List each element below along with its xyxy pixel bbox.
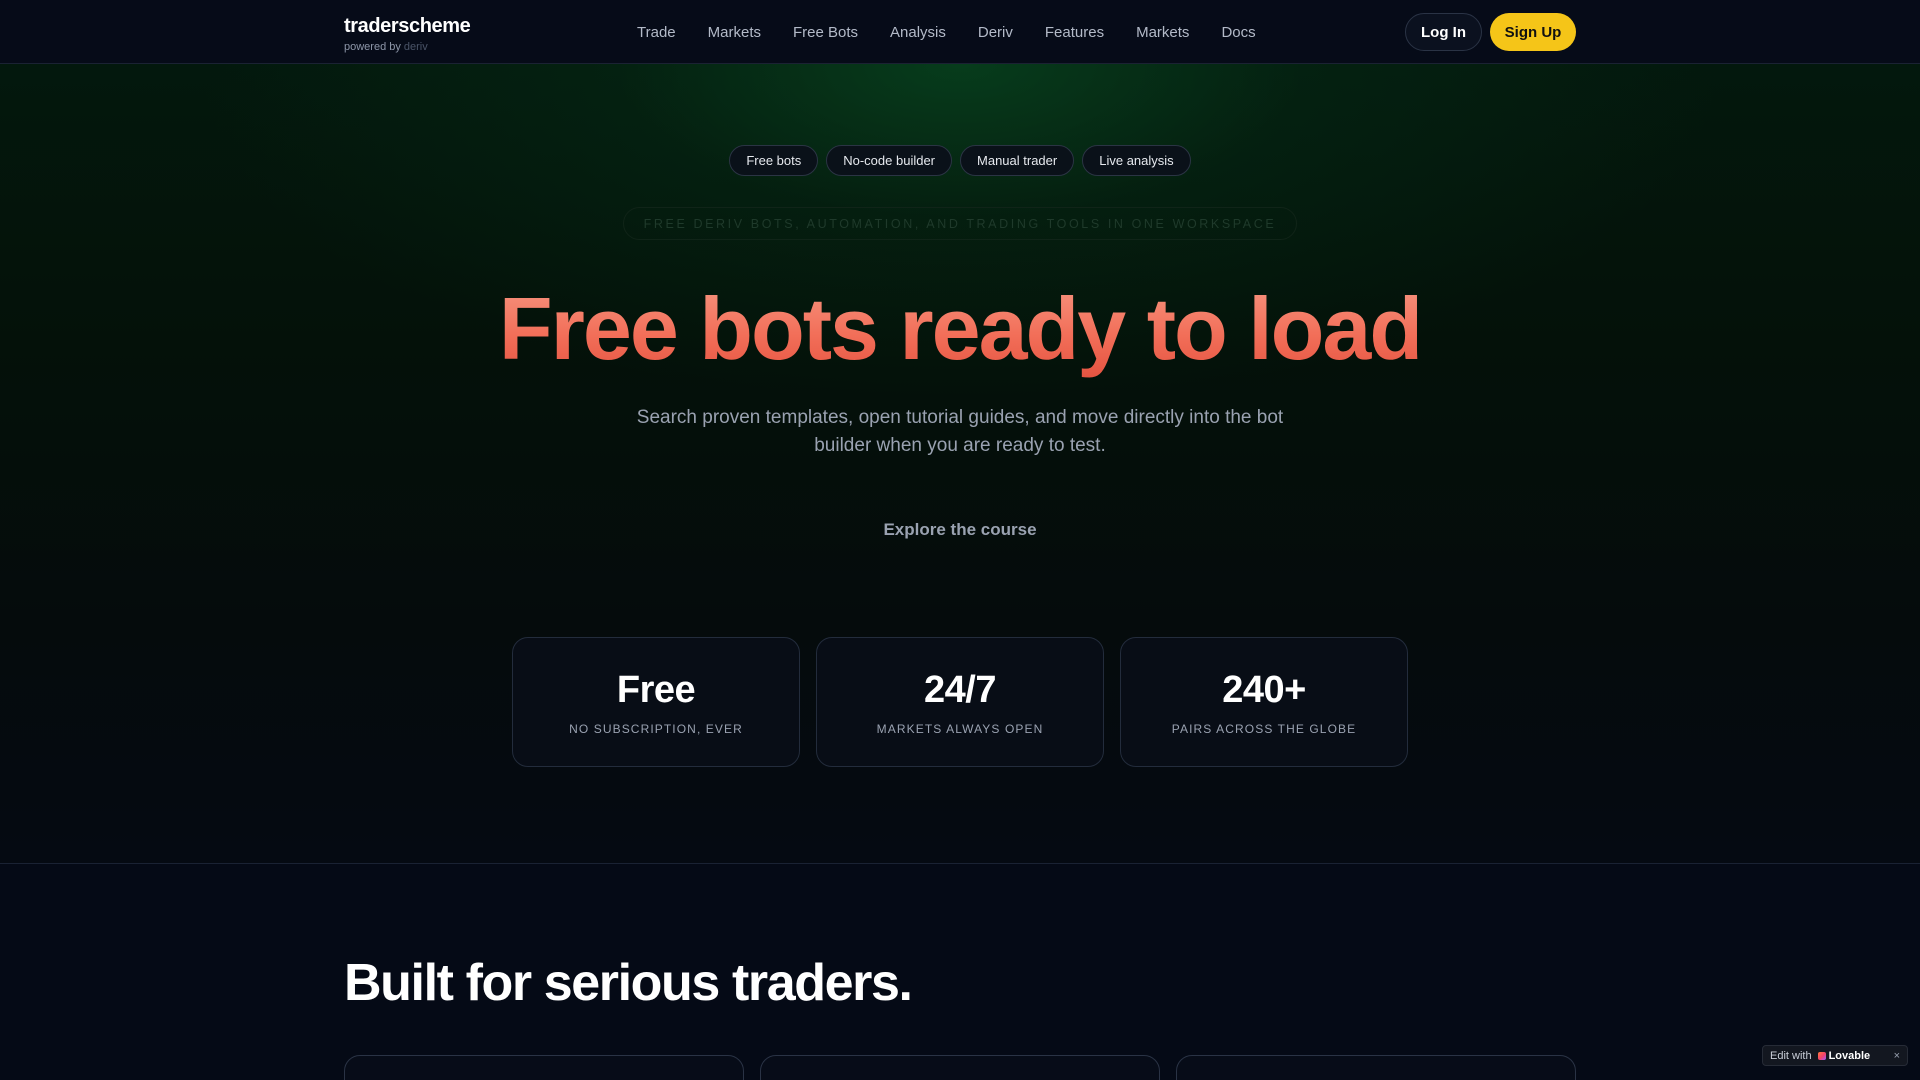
nav-link-trade[interactable]: Trade	[637, 24, 676, 41]
chip-free-bots[interactable]: Free bots	[729, 145, 819, 176]
brand-name: traderscheme	[344, 15, 471, 37]
stat-label: PAIRS ACROSS THE GLOBE	[1171, 722, 1357, 736]
chip-manual-trader[interactable]: Manual trader	[960, 145, 1075, 176]
nav-link-docs[interactable]: Docs	[1221, 24, 1255, 41]
main-nav: Trade Markets Free Bots Analysis Deriv F…	[637, 0, 1256, 64]
edit-with-lovable-badge[interactable]: Edit with Lovable ×	[1762, 1045, 1908, 1066]
lovable-brand: Lovable	[1817, 1049, 1871, 1062]
nav-link-markets[interactable]: Markets	[708, 24, 761, 41]
page: traderscheme powered by deriv Trade Marke…	[0, 0, 1920, 1080]
deriv-text: deriv	[403, 41, 428, 53]
stat-label: NO SUBSCRIPTION, EVER	[569, 722, 743, 736]
powered-by-text: powered by	[344, 41, 401, 53]
feature-chips: Free bots No-code builder Manual trader …	[0, 145, 1920, 176]
edit-with-text: Edit with	[1770, 1049, 1812, 1062]
chip-no-code-builder[interactable]: No-code builder	[826, 145, 953, 176]
close-icon[interactable]: ×	[1894, 1050, 1900, 1062]
lovable-brand-name: Lovable	[1828, 1049, 1871, 1062]
top-navbar: traderscheme powered by deriv Trade Marke…	[0, 0, 1920, 64]
signup-button[interactable]: Sign Up	[1490, 13, 1576, 51]
nav-link-deriv[interactable]: Deriv	[978, 24, 1013, 41]
stat-card-pairs: 240+ PAIRS ACROSS THE GLOBE	[1120, 637, 1408, 767]
lovable-logo-icon	[1817, 1051, 1826, 1060]
features-section-title: Built for serious traders.	[344, 954, 913, 1012]
login-button[interactable]: Log In	[1405, 13, 1482, 51]
nav-link-analysis[interactable]: Analysis	[890, 24, 946, 41]
stats-row: Free NO SUBSCRIPTION, EVER 24/7 MARKETS …	[512, 637, 1408, 767]
feature-card-3	[1176, 1055, 1576, 1080]
brand-powered-by: powered by deriv	[344, 40, 470, 54]
feature-card-2	[760, 1055, 1160, 1080]
hero-headline: Free bots ready to load	[0, 274, 1920, 384]
hero-section: Free bots No-code builder Manual trader …	[0, 64, 1920, 864]
hero-tagline-pill: FREE DERIV BOTS, AUTOMATION, AND TRADING…	[622, 207, 1298, 240]
hero-subtext: Search proven templates, open tutorial g…	[636, 407, 1284, 456]
stat-value: Free	[616, 669, 696, 711]
stat-card-24-7: 24/7 MARKETS ALWAYS OPEN	[816, 637, 1104, 767]
nav-link-free-bots[interactable]: Free Bots	[793, 24, 858, 41]
explore-course-link[interactable]: Explore the course	[0, 520, 1920, 540]
stat-label: MARKETS ALWAYS OPEN	[876, 722, 1044, 736]
stat-value: 240+	[1222, 669, 1306, 711]
brand-logo[interactable]: traderscheme powered by deriv	[344, 14, 471, 54]
stat-card-free: Free NO SUBSCRIPTION, EVER	[512, 637, 800, 767]
feature-card-1	[344, 1055, 744, 1080]
nav-link-markets-2[interactable]: Markets	[1136, 24, 1189, 41]
stat-value: 24/7	[924, 669, 996, 711]
chip-live-analysis[interactable]: Live analysis	[1082, 145, 1191, 176]
tagline-wrapper: FREE DERIV BOTS, AUTOMATION, AND TRADING…	[0, 207, 1920, 240]
nav-link-features[interactable]: Features	[1045, 24, 1104, 41]
